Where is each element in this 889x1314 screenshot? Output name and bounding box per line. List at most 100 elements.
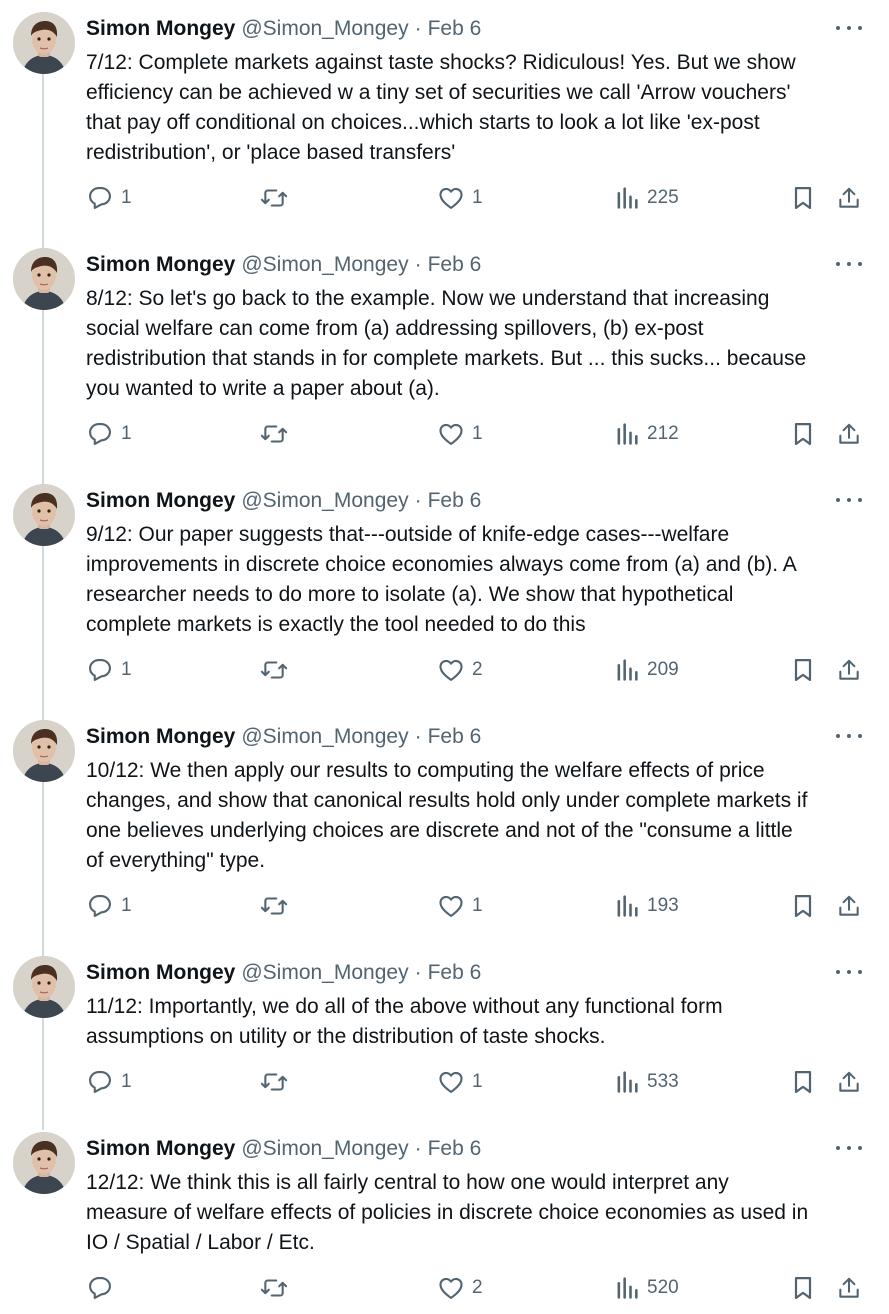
share-button[interactable]	[836, 654, 862, 686]
like-button[interactable]: 1	[437, 182, 483, 214]
view-count: 520	[647, 1277, 679, 1298]
like-button[interactable]: 2	[437, 1272, 483, 1304]
avatar[interactable]	[13, 956, 75, 1018]
tweet-header: Simon Mongey @Simon_Mongey · Feb 6	[86, 252, 481, 278]
share-icon	[839, 1071, 859, 1092]
bookmark-icon	[794, 422, 812, 446]
heart-icon	[439, 895, 463, 917]
views-button[interactable]: 212	[614, 418, 679, 450]
repost-icon	[260, 1073, 288, 1091]
more-icon[interactable]	[836, 490, 862, 510]
share-button[interactable]	[836, 182, 862, 214]
separator-dot: ·	[414, 961, 422, 984]
bookmark-button[interactable]	[790, 418, 816, 450]
like-button[interactable]: 2	[437, 654, 483, 686]
separator-dot: ·	[414, 17, 422, 40]
like-button[interactable]: 1	[437, 890, 483, 922]
author-handle[interactable]: @Simon_Mongey	[241, 252, 408, 278]
reply-button[interactable]	[86, 1272, 121, 1304]
like-button[interactable]: 1	[437, 1066, 483, 1098]
author-name[interactable]: Simon Mongey	[86, 1136, 235, 1162]
heart-icon	[439, 1277, 463, 1299]
reply-button[interactable]: 1	[86, 1066, 132, 1098]
views-button[interactable]: 193	[614, 890, 679, 922]
author-name[interactable]: Simon Mongey	[86, 488, 235, 514]
repost-button[interactable]	[259, 890, 296, 922]
author-name[interactable]: Simon Mongey	[86, 16, 235, 42]
author-handle[interactable]: @Simon_Mongey	[241, 960, 408, 986]
more-icon[interactable]	[836, 18, 862, 38]
view-count: 533	[647, 1071, 679, 1092]
reply-count: 1	[121, 1071, 132, 1092]
tweet-date[interactable]: Feb 6	[428, 488, 482, 514]
action-bar: 1 1 533	[0, 1066, 889, 1098]
repost-button[interactable]	[259, 182, 296, 214]
author-handle[interactable]: @Simon_Mongey	[241, 1136, 408, 1162]
more-icon[interactable]	[836, 962, 862, 982]
share-icon	[839, 659, 859, 680]
reply-icon	[89, 1071, 111, 1093]
avatar[interactable]	[13, 1132, 75, 1194]
tweet-date[interactable]: Feb 6	[428, 960, 482, 986]
action-bar: 1 1 225	[0, 182, 889, 214]
reply-button[interactable]: 1	[86, 418, 132, 450]
bookmark-icon	[794, 658, 812, 682]
repost-button[interactable]	[259, 418, 296, 450]
like-button[interactable]: 1	[437, 418, 483, 450]
bookmark-button[interactable]	[790, 890, 816, 922]
more-icon[interactable]	[836, 726, 862, 746]
view-count: 225	[647, 187, 679, 208]
share-button[interactable]	[836, 1272, 862, 1304]
action-bar: 1 1 212	[0, 418, 889, 450]
author-name[interactable]: Simon Mongey	[86, 252, 235, 278]
tweet-text: 9/12: Our paper suggests that---outside …	[86, 523, 797, 636]
tweet-date[interactable]: Feb 6	[428, 1136, 482, 1162]
avatar-image	[13, 956, 75, 1018]
more-icon[interactable]	[836, 254, 862, 274]
like-count: 2	[472, 1277, 483, 1298]
author-handle[interactable]: @Simon_Mongey	[241, 724, 408, 750]
author-handle[interactable]: @Simon_Mongey	[241, 488, 408, 514]
thread-timeline: Simon Mongey @Simon_Mongey · Feb 6 7/12:…	[0, 0, 889, 1314]
bookmark-icon	[794, 894, 812, 918]
repost-icon	[260, 661, 288, 679]
repost-button[interactable]	[259, 1066, 296, 1098]
bookmark-button[interactable]	[790, 182, 816, 214]
bookmark-button[interactable]	[790, 1066, 816, 1098]
repost-button[interactable]	[259, 654, 296, 686]
author-handle[interactable]: @Simon_Mongey	[241, 16, 408, 42]
bookmark-button[interactable]	[790, 654, 816, 686]
tweet-date[interactable]: Feb 6	[428, 724, 482, 750]
tweet-date[interactable]: Feb 6	[428, 252, 482, 278]
reply-button[interactable]: 1	[86, 182, 132, 214]
views-button[interactable]: 225	[614, 182, 679, 214]
heart-icon	[439, 1071, 463, 1093]
views-icon	[617, 187, 638, 209]
reply-button[interactable]: 1	[86, 890, 132, 922]
share-button[interactable]	[836, 1066, 862, 1098]
repost-button[interactable]	[259, 1272, 296, 1304]
like-count: 1	[472, 1071, 483, 1092]
tweet-date[interactable]: Feb 6	[428, 16, 482, 42]
avatar[interactable]	[13, 720, 75, 782]
avatar[interactable]	[13, 248, 75, 310]
author-name[interactable]: Simon Mongey	[86, 960, 235, 986]
more-icon[interactable]	[836, 1138, 862, 1158]
reply-button[interactable]: 1	[86, 654, 132, 686]
share-button[interactable]	[836, 890, 862, 922]
tweet-header: Simon Mongey @Simon_Mongey · Feb 6	[86, 1136, 481, 1162]
action-bar: 2 520	[0, 1272, 889, 1304]
repost-icon	[260, 1279, 288, 1297]
view-count: 193	[647, 895, 679, 916]
author-name[interactable]: Simon Mongey	[86, 724, 235, 750]
repost-icon	[260, 189, 288, 207]
views-button[interactable]: 533	[614, 1066, 679, 1098]
avatar-image	[13, 1132, 75, 1194]
avatar[interactable]	[13, 12, 75, 74]
views-button[interactable]: 520	[614, 1272, 679, 1304]
share-button[interactable]	[836, 418, 862, 450]
avatar[interactable]	[13, 484, 75, 546]
views-button[interactable]: 209	[614, 654, 679, 686]
bookmark-button[interactable]	[790, 1272, 816, 1304]
avatar-image	[13, 720, 75, 782]
